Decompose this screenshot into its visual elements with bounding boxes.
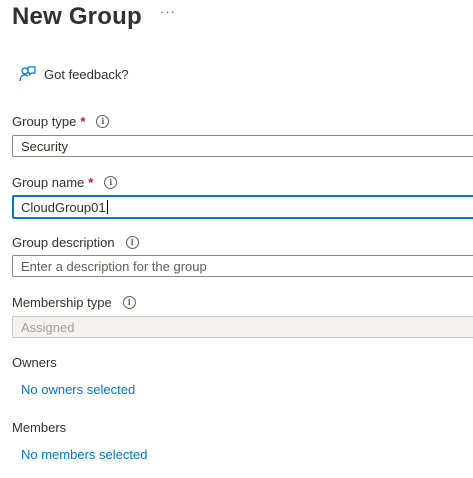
members-link[interactable]: No members selected (21, 447, 147, 462)
membership-type-label: Membership type i (12, 293, 136, 311)
group-description-input[interactable]: Enter a description for the group (12, 255, 473, 277)
required-indicator: * (80, 113, 86, 129)
owners-label: Owners (12, 355, 57, 370)
feedback-person-icon (19, 66, 36, 82)
page-header: New Group (12, 0, 142, 34)
text-caret (106, 200, 108, 214)
members-label: Members (12, 420, 67, 435)
membership-type-select: Assigned (12, 316, 473, 338)
group-name-input[interactable]: CloudGroup01 (12, 195, 473, 219)
feedback-label: Got feedback? (44, 66, 129, 82)
info-icon[interactable]: i (125, 235, 139, 249)
required-indicator: * (88, 174, 94, 190)
owners-link[interactable]: No owners selected (21, 382, 135, 397)
info-icon[interactable]: i (104, 175, 118, 189)
page-title: New Group (12, 3, 142, 30)
group-type-select[interactable]: Security (12, 135, 473, 157)
info-icon[interactable]: i (96, 114, 110, 128)
group-description-label: Group description i (12, 233, 139, 251)
group-name-label: Group name * i (12, 173, 118, 191)
group-type-label: Group type * i (12, 112, 110, 130)
feedback-button[interactable]: Got feedback? (18, 64, 129, 84)
more-options-button[interactable]: ··· (160, 4, 176, 20)
info-icon[interactable]: i (122, 295, 136, 309)
